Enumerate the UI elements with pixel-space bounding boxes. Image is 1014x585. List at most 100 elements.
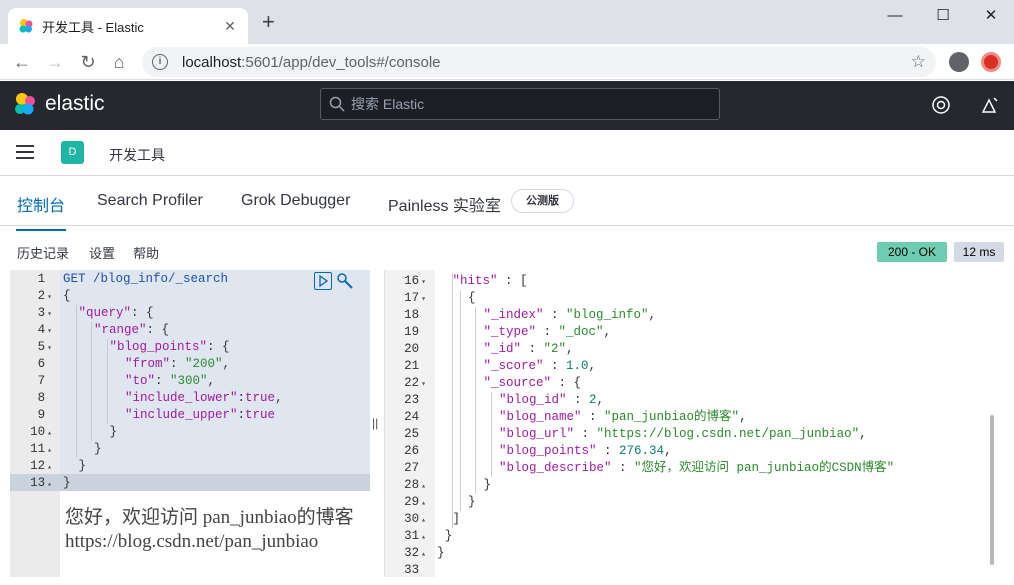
- response-code-line: "_id" : "2",: [483, 342, 574, 356]
- line-number: 33▾: [404, 563, 420, 577]
- watermark-line-2: https://blog.csdn.net/pan_junbiao: [65, 531, 319, 552]
- response-code-line: ]: [452, 512, 461, 526]
- history-link[interactable]: 历史记录: [17, 243, 69, 262]
- line-number: 19▾: [404, 325, 420, 339]
- global-search[interactable]: [320, 88, 720, 120]
- line-number: 3 ▾: [37, 306, 52, 320]
- breadcrumb: 开发工具: [109, 147, 165, 163]
- elastic-favicon-icon: [19, 19, 33, 33]
- address-bar-row: ← → ↻ ⌂ i localhost:5601/app/dev_tools#/…: [0, 44, 1014, 80]
- line-number: 6▾: [37, 357, 46, 371]
- brand-name[interactable]: elastic: [45, 92, 105, 116]
- url-host: localhost: [182, 53, 242, 71]
- request-code-line: "query": {: [78, 306, 154, 320]
- response-code-line: }: [437, 546, 445, 560]
- tab-grok-debugger[interactable]: Grok Debugger: [241, 192, 350, 210]
- profile-icon[interactable]: [949, 52, 969, 72]
- search-input[interactable]: [351, 96, 711, 112]
- browser-tab[interactable]: 开发工具 - Elastic ✕: [8, 8, 248, 44]
- line-number: 20▾: [404, 342, 420, 356]
- space-avatar[interactable]: D: [61, 141, 84, 164]
- tab-painless-lab[interactable]: Painless 实验室: [388, 192, 501, 216]
- tab-console[interactable]: 控制台: [15, 192, 67, 231]
- kibana-header: elastic: [0, 81, 1014, 130]
- line-number: 22 ▾: [404, 376, 426, 390]
- request-code-line: "range": {: [94, 323, 170, 337]
- line-number: 26▾: [404, 444, 420, 458]
- response-code-line: }: [468, 495, 476, 509]
- response-code-line: "blog_url" : "https://blog.csdn.net/pan_…: [499, 427, 867, 441]
- settings-link[interactable]: 设置: [89, 243, 115, 262]
- help-lifebuoy-icon[interactable]: [931, 95, 951, 115]
- response-code-line: "_score" : 1.0,: [483, 359, 597, 373]
- response-code-line: "blog_points" : 276.34,: [499, 444, 672, 458]
- line-number: 31 ▴: [404, 529, 426, 543]
- site-info-icon[interactable]: i: [152, 54, 168, 70]
- line-number: 18▾: [404, 308, 420, 322]
- line-number: 21▾: [404, 359, 420, 373]
- line-number: 12 ▴: [30, 459, 52, 473]
- request-code-line: "from": "200",: [125, 357, 231, 371]
- window-close-icon[interactable]: ✕: [976, 6, 1006, 26]
- line-number: 7▾: [37, 374, 46, 388]
- url-field[interactable]: i localhost:5601/app/dev_tools#/console …: [142, 47, 936, 77]
- line-number: 13 ▴: [30, 476, 52, 490]
- send-request-button[interactable]: [314, 272, 332, 290]
- reload-icon[interactable]: ↻: [76, 50, 100, 74]
- home-icon[interactable]: ⌂: [107, 50, 131, 74]
- line-number: 11 ▴: [30, 442, 52, 456]
- request-code-line: }: [63, 476, 71, 490]
- response-code-line: "hits" : [: [452, 274, 528, 288]
- response-code-line: "_type" : "_doc",: [483, 325, 612, 339]
- request-code-line: {: [63, 289, 71, 303]
- line-number: 23▾: [404, 393, 420, 407]
- bookmark-star-icon[interactable]: ☆: [911, 52, 926, 72]
- beta-badge: 公测版: [511, 189, 574, 213]
- response-code-line: }: [483, 478, 492, 492]
- elastic-logo-icon[interactable]: [12, 91, 38, 117]
- request-code-line: }: [94, 442, 102, 456]
- line-number: 25▾: [404, 427, 420, 441]
- forward-icon[interactable]: →: [43, 50, 67, 74]
- menu-icon[interactable]: [16, 145, 34, 159]
- browser-tabstrip: 开发工具 - Elastic ✕ + — ☐ ✕: [0, 0, 1014, 44]
- time-badge: 12 ms: [954, 242, 1004, 262]
- new-tab-icon[interactable]: +: [262, 11, 275, 33]
- line-number: 29 ▴: [404, 495, 426, 509]
- resize-handle[interactable]: ||: [372, 416, 378, 430]
- line-number: 17 ▾: [404, 291, 426, 305]
- minimize-icon[interactable]: —: [880, 6, 910, 26]
- line-number: 9▾: [37, 408, 46, 422]
- line-number: 27▾: [404, 461, 420, 475]
- watermark-line-1: 您好，欢迎访问 pan_junbiao的博客: [65, 507, 354, 528]
- response-code-line: "blog_describe" : "您好，欢迎访问 pan_junbiao的C…: [499, 461, 895, 475]
- extension-icon[interactable]: [981, 52, 1001, 72]
- response-code-line: "_source" : {: [483, 376, 582, 390]
- request-code-line: "blog_points": {: [109, 340, 230, 354]
- tab-search-profiler[interactable]: Search Profiler: [97, 192, 203, 210]
- status-badge: 200 - OK: [877, 242, 947, 262]
- request-code-line: }: [109, 425, 118, 439]
- response-scrollbar[interactable]: [990, 415, 994, 565]
- line-number: 2 ▾: [37, 289, 52, 303]
- line-number: 1▾: [37, 272, 46, 286]
- request-code-line: "include_upper":true: [125, 408, 276, 422]
- close-tab-icon[interactable]: ✕: [222, 18, 238, 35]
- devtools-tabs: 控制台 Search Profiler Grok Debugger Painle…: [0, 176, 1014, 231]
- response-code-line: "blog_id" : 2,: [499, 393, 605, 407]
- back-icon[interactable]: ←: [10, 50, 34, 74]
- maximize-icon[interactable]: ☐: [928, 6, 958, 26]
- breadcrumb-bar: D 开发工具: [0, 130, 1014, 176]
- line-number: 10 ▴: [30, 425, 52, 439]
- line-number: 8▾: [37, 391, 46, 405]
- search-icon: [329, 96, 345, 112]
- wrench-icon[interactable]: [336, 272, 354, 290]
- url-path: :5601/app/dev_tools#/console: [241, 53, 441, 71]
- response-code-line: }: [444, 529, 453, 543]
- line-number: 24▾: [404, 410, 420, 424]
- help-link[interactable]: 帮助: [133, 243, 159, 262]
- request-code-line: }: [78, 459, 87, 473]
- request-code-line: "to": "300",: [125, 374, 216, 388]
- line-number: 32 ▴: [404, 546, 426, 560]
- newsfeed-icon[interactable]: [980, 95, 1000, 115]
